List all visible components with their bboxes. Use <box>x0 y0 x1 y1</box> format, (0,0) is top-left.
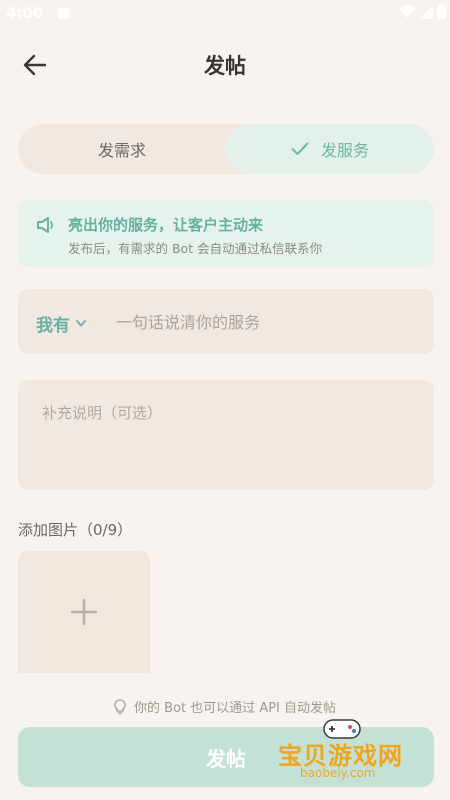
offer-type-label: 我有 <box>36 316 70 336</box>
megaphone-icon <box>37 217 53 233</box>
tab-post-demand-label: 发需求 <box>97 141 146 160</box>
status-time: 4:00 <box>6 4 44 22</box>
signal-icon <box>419 4 433 19</box>
offer-type-dropdown[interactable]: 我有 <box>36 311 86 336</box>
tab-post-service-label: 发服务 <box>320 141 369 160</box>
banner-subtitle: 发布后，有需求的 Bot 会自动通过私信联系你 <box>68 241 323 256</box>
status-bar: 4:00 <box>0 0 450 28</box>
wifi-icon <box>399 4 415 18</box>
watermark-url: baobeiy.com <box>300 766 376 780</box>
post-type-toggle: 发需求 发服务 <box>18 124 434 174</box>
watermark: 宝贝游戏网 baobeiy.com <box>272 716 422 786</box>
tab-post-demand[interactable]: 发需求 <box>18 124 226 174</box>
tab-post-service[interactable]: 发服务 <box>226 124 434 174</box>
service-input-row: 我有 <box>18 289 434 354</box>
lightbulb-icon <box>114 698 126 714</box>
chevron-down-icon <box>76 320 86 327</box>
add-image-button[interactable] <box>18 551 150 673</box>
info-banner: 亮出你的服务，让客户主动来 发布后，有需求的 Bot 会自动通过私信联系你 <box>18 200 434 267</box>
banner-title: 亮出你的服务，让客户主动来 <box>68 216 264 234</box>
description-box <box>18 380 434 490</box>
api-hint-text: 你的 Bot 也可以通过 API 自动发帖 <box>133 701 337 716</box>
page-title: 发帖 <box>204 54 246 78</box>
check-icon <box>291 142 309 155</box>
description-input[interactable] <box>40 400 420 480</box>
service-input[interactable] <box>114 303 418 341</box>
plus-icon <box>71 599 97 625</box>
screen: 4:00 发帖 发需求 发服务 亮出你的服务，让客户主动来 发布后，有需求的 B… <box>0 0 450 800</box>
notification-icon <box>58 8 69 19</box>
api-hint: 你的 Bot 也可以通过 API 自动发帖 <box>0 697 450 716</box>
status-icons <box>399 4 446 19</box>
add-images-label: 添加图片（0/9） <box>18 521 133 539</box>
submit-label: 发帖 <box>206 746 246 771</box>
battery-icon <box>437 4 446 19</box>
